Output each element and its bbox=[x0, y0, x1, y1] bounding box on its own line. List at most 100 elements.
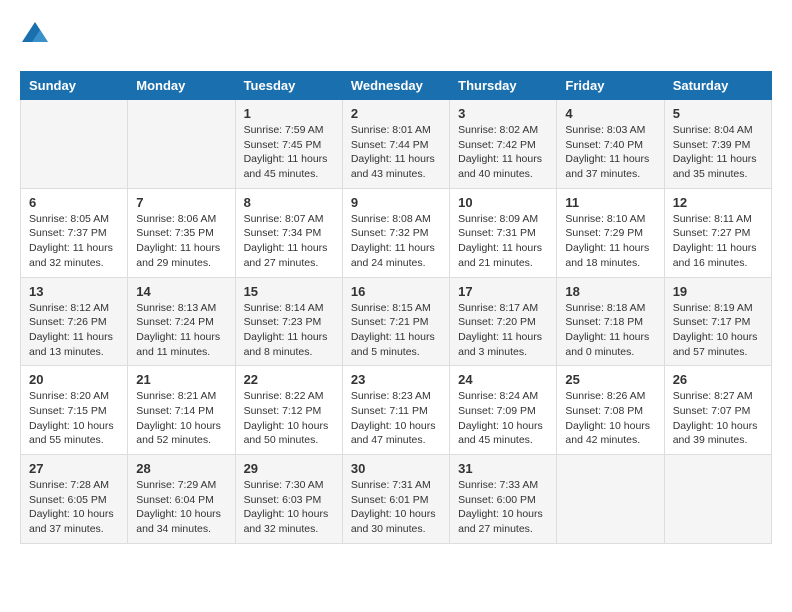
week-row-3: 20Sunrise: 8:20 AM Sunset: 7:15 PM Dayli… bbox=[21, 366, 772, 455]
header-monday: Monday bbox=[128, 72, 235, 100]
week-row-1: 6Sunrise: 8:05 AM Sunset: 7:37 PM Daylig… bbox=[21, 188, 772, 277]
day-cell: 2 Sunrise: 8:01 AM Sunset: 7:44 PM Daylig… bbox=[342, 100, 449, 189]
header-row: Sunday Monday Tuesday Wednesday Thursday… bbox=[21, 72, 772, 100]
day-info: Sunrise: 8:18 AM Sunset: 7:18 PM Dayligh… bbox=[565, 301, 655, 360]
day-info: Sunrise: 8:15 AM Sunset: 7:21 PM Dayligh… bbox=[351, 301, 441, 360]
day-info: Sunrise: 8:08 AM Sunset: 7:32 PM Dayligh… bbox=[351, 212, 441, 271]
day-info: Sunrise: 8:03 AM Sunset: 7:40 PM Dayligh… bbox=[565, 123, 655, 182]
day-cell bbox=[557, 455, 664, 544]
day-number: 18 bbox=[565, 284, 655, 299]
calendar-table: Sunday Monday Tuesday Wednesday Thursday… bbox=[20, 71, 772, 544]
day-info: Sunrise: 8:02 AM Sunset: 7:42 PM Dayligh… bbox=[458, 123, 548, 182]
day-cell: 13 Sunrise: 8:12 AM Sunset: 7:26 PM Dayli… bbox=[21, 277, 128, 366]
day-info: Sunrise: 8:26 AM Sunset: 7:08 PM Dayligh… bbox=[565, 389, 655, 448]
day-info: Sunrise: 8:20 AM Sunset: 7:15 PM Dayligh… bbox=[29, 389, 119, 448]
day-info: Sunrise: 8:10 AM Sunset: 7:29 PM Dayligh… bbox=[565, 212, 655, 271]
day-cell: 26 Sunrise: 8:27 AM Sunset: 7:07 PM Dayli… bbox=[664, 366, 771, 455]
day-cell: 31Sunrise: 7:33 AM Sunset: 6:00 PM Dayli… bbox=[450, 455, 557, 544]
day-info: Sunrise: 7:30 AM Sunset: 6:03 PM Dayligh… bbox=[244, 478, 334, 537]
day-number: 27 bbox=[29, 461, 119, 476]
day-number: 30 bbox=[351, 461, 441, 476]
day-cell: 30 Sunrise: 7:31 AM Sunset: 6:01 PM Dayli… bbox=[342, 455, 449, 544]
day-cell: 15 Sunrise: 8:14 AM Sunset: 7:23 PM Dayli… bbox=[235, 277, 342, 366]
day-number: 8 bbox=[244, 195, 334, 210]
day-cell: 23 Sunrise: 8:23 AM Sunset: 7:11 PM Dayli… bbox=[342, 366, 449, 455]
day-cell: 18 Sunrise: 8:18 AM Sunset: 7:18 PM Dayli… bbox=[557, 277, 664, 366]
day-number: 29 bbox=[244, 461, 334, 476]
calendar-body: 1 Sunrise: 7:59 AM Sunset: 7:45 PM Daylig… bbox=[21, 100, 772, 544]
day-number: 17 bbox=[458, 284, 548, 299]
day-cell: 25 Sunrise: 8:26 AM Sunset: 7:08 PM Dayli… bbox=[557, 366, 664, 455]
day-number: 21 bbox=[136, 372, 226, 387]
header-thursday: Thursday bbox=[450, 72, 557, 100]
day-cell: 17 Sunrise: 8:17 AM Sunset: 7:20 PM Dayli… bbox=[450, 277, 557, 366]
day-cell: 29 Sunrise: 7:30 AM Sunset: 6:03 PM Dayli… bbox=[235, 455, 342, 544]
day-cell: 28Sunrise: 7:29 AM Sunset: 6:04 PM Dayli… bbox=[128, 455, 235, 544]
header-sunday: Sunday bbox=[21, 72, 128, 100]
day-number: 5 bbox=[673, 106, 763, 121]
day-cell: 21 Sunrise: 8:21 AM Sunset: 7:14 PM Dayli… bbox=[128, 366, 235, 455]
day-info: Sunrise: 8:11 AM Sunset: 7:27 PM Dayligh… bbox=[673, 212, 763, 271]
day-number: 22 bbox=[244, 372, 334, 387]
day-number: 16 bbox=[351, 284, 441, 299]
day-cell: 1 Sunrise: 7:59 AM Sunset: 7:45 PM Daylig… bbox=[235, 100, 342, 189]
day-info: Sunrise: 8:04 AM Sunset: 7:39 PM Dayligh… bbox=[673, 123, 763, 182]
day-cell: 8 Sunrise: 8:07 AM Sunset: 7:34 PM Daylig… bbox=[235, 188, 342, 277]
day-cell: 14 Sunrise: 8:13 AM Sunset: 7:24 PM Dayli… bbox=[128, 277, 235, 366]
day-cell: 10 Sunrise: 8:09 AM Sunset: 7:31 PM Dayli… bbox=[450, 188, 557, 277]
day-info: Sunrise: 7:28 AM Sunset: 6:05 PM Dayligh… bbox=[29, 478, 119, 537]
day-cell: 11Sunrise: 8:10 AM Sunset: 7:29 PM Dayli… bbox=[557, 188, 664, 277]
day-number: 13 bbox=[29, 284, 119, 299]
day-number: 6 bbox=[29, 195, 119, 210]
day-number: 26 bbox=[673, 372, 763, 387]
day-cell: 20Sunrise: 8:20 AM Sunset: 7:15 PM Dayli… bbox=[21, 366, 128, 455]
day-cell bbox=[664, 455, 771, 544]
day-info: Sunrise: 8:27 AM Sunset: 7:07 PM Dayligh… bbox=[673, 389, 763, 448]
day-cell: 9Sunrise: 8:08 AM Sunset: 7:32 PM Daylig… bbox=[342, 188, 449, 277]
day-info: Sunrise: 8:09 AM Sunset: 7:31 PM Dayligh… bbox=[458, 212, 548, 271]
day-cell: 3 Sunrise: 8:02 AM Sunset: 7:42 PM Daylig… bbox=[450, 100, 557, 189]
day-number: 19 bbox=[673, 284, 763, 299]
header-wednesday: Wednesday bbox=[342, 72, 449, 100]
day-info: Sunrise: 8:23 AM Sunset: 7:11 PM Dayligh… bbox=[351, 389, 441, 448]
day-info: Sunrise: 7:59 AM Sunset: 7:45 PM Dayligh… bbox=[244, 123, 334, 182]
day-info: Sunrise: 7:31 AM Sunset: 6:01 PM Dayligh… bbox=[351, 478, 441, 537]
day-number: 15 bbox=[244, 284, 334, 299]
day-cell: 4 Sunrise: 8:03 AM Sunset: 7:40 PM Daylig… bbox=[557, 100, 664, 189]
day-info: Sunrise: 8:14 AM Sunset: 7:23 PM Dayligh… bbox=[244, 301, 334, 360]
day-info: Sunrise: 8:12 AM Sunset: 7:26 PM Dayligh… bbox=[29, 301, 119, 360]
day-cell: 19Sunrise: 8:19 AM Sunset: 7:17 PM Dayli… bbox=[664, 277, 771, 366]
calendar-header: Sunday Monday Tuesday Wednesday Thursday… bbox=[21, 72, 772, 100]
day-cell: 7 Sunrise: 8:06 AM Sunset: 7:35 PM Daylig… bbox=[128, 188, 235, 277]
day-info: Sunrise: 8:06 AM Sunset: 7:35 PM Dayligh… bbox=[136, 212, 226, 271]
day-number: 24 bbox=[458, 372, 548, 387]
day-cell: 27 Sunrise: 7:28 AM Sunset: 6:05 PM Dayli… bbox=[21, 455, 128, 544]
day-cell: 24Sunrise: 8:24 AM Sunset: 7:09 PM Dayli… bbox=[450, 366, 557, 455]
day-number: 23 bbox=[351, 372, 441, 387]
day-info: Sunrise: 8:01 AM Sunset: 7:44 PM Dayligh… bbox=[351, 123, 441, 182]
day-number: 28 bbox=[136, 461, 226, 476]
day-cell: 16 Sunrise: 8:15 AM Sunset: 7:21 PM Dayli… bbox=[342, 277, 449, 366]
day-info: Sunrise: 8:07 AM Sunset: 7:34 PM Dayligh… bbox=[244, 212, 334, 271]
day-info: Sunrise: 7:33 AM Sunset: 6:00 PM Dayligh… bbox=[458, 478, 548, 537]
day-cell: 22Sunrise: 8:22 AM Sunset: 7:12 PM Dayli… bbox=[235, 366, 342, 455]
page-header bbox=[20, 20, 772, 55]
day-number: 4 bbox=[565, 106, 655, 121]
day-number: 10 bbox=[458, 195, 548, 210]
header-saturday: Saturday bbox=[664, 72, 771, 100]
week-row-2: 13 Sunrise: 8:12 AM Sunset: 7:26 PM Dayli… bbox=[21, 277, 772, 366]
day-number: 14 bbox=[136, 284, 226, 299]
day-number: 7 bbox=[136, 195, 226, 210]
day-number: 1 bbox=[244, 106, 334, 121]
day-number: 25 bbox=[565, 372, 655, 387]
day-cell bbox=[21, 100, 128, 189]
day-number: 12 bbox=[673, 195, 763, 210]
day-number: 3 bbox=[458, 106, 548, 121]
day-info: Sunrise: 8:21 AM Sunset: 7:14 PM Dayligh… bbox=[136, 389, 226, 448]
day-info: Sunrise: 8:13 AM Sunset: 7:24 PM Dayligh… bbox=[136, 301, 226, 360]
day-info: Sunrise: 8:17 AM Sunset: 7:20 PM Dayligh… bbox=[458, 301, 548, 360]
day-number: 2 bbox=[351, 106, 441, 121]
day-cell: 5 Sunrise: 8:04 AM Sunset: 7:39 PM Daylig… bbox=[664, 100, 771, 189]
day-cell: 6Sunrise: 8:05 AM Sunset: 7:37 PM Daylig… bbox=[21, 188, 128, 277]
day-cell: 12 Sunrise: 8:11 AM Sunset: 7:27 PM Dayli… bbox=[664, 188, 771, 277]
